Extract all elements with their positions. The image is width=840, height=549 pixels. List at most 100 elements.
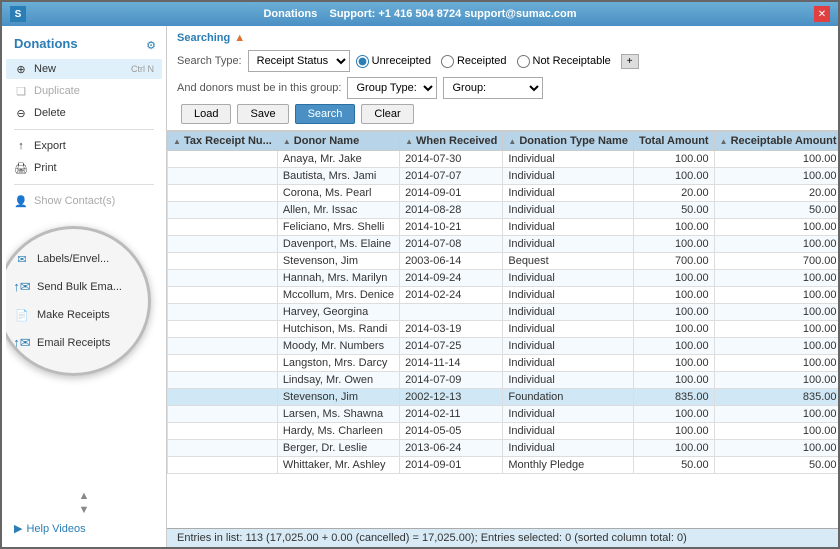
save-button[interactable]: Save	[237, 104, 288, 124]
col-receiptable-amount[interactable]: ▲ Receiptable Amount	[714, 132, 838, 151]
table-row[interactable]: Stevenson, Jim 2002-12-13 Foundation 835…	[168, 389, 839, 406]
send-bulk-label: Send Bulk Ema...	[37, 281, 122, 293]
cell-when: 2014-07-07	[400, 168, 503, 185]
print-icon: 🖨	[14, 161, 28, 175]
sidebar-item-new[interactable]: ⊕ New Ctrl N	[6, 59, 162, 79]
scroll-down-btn[interactable]: ▼	[6, 504, 162, 516]
table-row[interactable]: Langston, Mrs. Darcy 2014-11-14 Individu…	[168, 355, 839, 372]
table-row[interactable]: Whittaker, Mr. Ashley 2014-09-01 Monthly…	[168, 457, 839, 474]
col-type-sort-icon: ▲	[508, 137, 516, 146]
cell-type: Individual	[503, 236, 634, 253]
new-icon: ⊕	[14, 62, 28, 76]
table-row[interactable]: Stevenson, Jim 2003-06-14 Bequest 700.00…	[168, 253, 839, 270]
make-receipts-label: Make Receipts	[37, 309, 110, 321]
search-button[interactable]: Search	[295, 104, 356, 124]
search-panel: Searching ▲ Search Type: Receipt Status …	[167, 26, 838, 131]
cell-type: Individual	[503, 338, 634, 355]
sidebar-title: Donations	[6, 34, 86, 57]
table-row[interactable]: Lindsay, Mr. Owen 2014-07-09 Individual …	[168, 372, 839, 389]
search-type-select[interactable]: Receipt Status	[248, 50, 350, 72]
table-row[interactable]: Davenport, Ms. Elaine 2014-07-08 Individ…	[168, 236, 839, 253]
sidebar-item-export[interactable]: ↑ Export	[6, 136, 162, 156]
table-row[interactable]: Mccollum, Mrs. Denice 2014-02-24 Individ…	[168, 287, 839, 304]
col-donation-type[interactable]: ▲ Donation Type Name	[503, 132, 634, 151]
donations-table-container[interactable]: ▲ Tax Receipt Nu... ▲ Donor Name ▲ When …	[167, 131, 838, 528]
cell-when: 2014-11-14	[400, 355, 503, 372]
sidebar-item-delete[interactable]: ⊖ Delete	[6, 103, 162, 123]
table-row[interactable]: Berger, Dr. Leslie 2013-06-24 Individual…	[168, 440, 839, 457]
cell-type: Individual	[503, 270, 634, 287]
cell-donor: Lindsay, Mr. Owen	[277, 372, 399, 389]
cell-receiptable: 100.00	[714, 440, 838, 457]
cell-type: Monthly Pledge	[503, 457, 634, 474]
cell-receiptable: 700.00	[714, 253, 838, 270]
sidebar-settings-icon[interactable]: ⚙	[146, 39, 162, 52]
cell-receiptable: 100.00	[714, 270, 838, 287]
make-receipts-item[interactable]: 📄 Make Receipts	[13, 303, 134, 327]
unreceipted-input[interactable]	[356, 55, 369, 68]
group-select[interactable]: Group:	[443, 77, 543, 99]
sidebar-item-duplicate[interactable]: ❑ Duplicate	[6, 81, 162, 101]
sidebar-item-print[interactable]: 🖨 Print	[6, 158, 162, 178]
send-bulk-email-item[interactable]: ↑✉ Send Bulk Ema...	[13, 275, 134, 299]
cell-total: 100.00	[633, 372, 714, 389]
close-button[interactable]: ✕	[814, 6, 830, 22]
table-row[interactable]: Larsen, Ms. Shawna 2014-02-11 Individual…	[168, 406, 839, 423]
help-videos-label: Help Videos	[26, 523, 85, 535]
titlebar-title: Donations Support: +1 416 504 8724 suppo…	[26, 8, 814, 20]
table-row[interactable]: Corona, Ms. Pearl 2014-09-01 Individual …	[168, 185, 839, 202]
cell-donor: Anaya, Mr. Jake	[277, 151, 399, 168]
cell-total: 100.00	[633, 168, 714, 185]
receipted-input[interactable]	[441, 55, 454, 68]
help-videos-item[interactable]: ▶ Help Videos	[6, 518, 162, 539]
col-total-amount[interactable]: Total Amount	[633, 132, 714, 151]
cell-donor: Moody, Mr. Numbers	[277, 338, 399, 355]
table-row[interactable]: Harvey, Georgina Individual 100.00 100.0…	[168, 304, 839, 321]
not-receiptable-label: Not Receiptable	[533, 55, 611, 67]
table-row[interactable]: Bautista, Mrs. Jami 2014-07-07 Individua…	[168, 168, 839, 185]
table-row[interactable]: Moody, Mr. Numbers 2014-07-25 Individual…	[168, 338, 839, 355]
cell-type: Individual	[503, 185, 634, 202]
magnifier-overlay: ✉ Labels/Envel... ↑✉ Send Bulk Ema... 📄 …	[6, 226, 151, 376]
cell-total: 100.00	[633, 440, 714, 457]
sidebar-divider-2	[14, 184, 154, 185]
table-row[interactable]: Hutchison, Ms. Randi 2014-03-19 Individu…	[168, 321, 839, 338]
email-receipts-item[interactable]: ↑✉ Email Receipts	[13, 331, 134, 355]
help-videos-icon: ▶	[14, 522, 22, 535]
col-when-sort-icon: ▲	[405, 137, 413, 146]
cell-tax	[168, 236, 278, 253]
cell-receiptable: 100.00	[714, 321, 838, 338]
col-tax-receipt[interactable]: ▲ Tax Receipt Nu...	[168, 132, 278, 151]
cell-total: 100.00	[633, 219, 714, 236]
receipt-plus-button[interactable]: +	[621, 54, 639, 69]
unreceipted-radio[interactable]: Unreceipted	[356, 55, 431, 68]
table-body: Anaya, Mr. Jake 2014-07-30 Individual 10…	[168, 151, 839, 474]
status-text: Entries in list: 113 (17,025.00 + 0.00 (…	[177, 532, 687, 544]
cell-tax	[168, 253, 278, 270]
sidebar-item-show-contacts-label: Show Contact(s)	[34, 195, 154, 207]
send-bulk-icon: ↑✉	[13, 278, 31, 296]
col-when-received[interactable]: ▲ When Received	[400, 132, 503, 151]
scroll-up-btn[interactable]: ▲	[6, 490, 162, 502]
sidebar-item-show-contacts[interactable]: 👤 Show Contact(s)	[6, 191, 162, 211]
table-row[interactable]: Hannah, Mrs. Marilyn 2014-09-24 Individu…	[168, 270, 839, 287]
table-row[interactable]: Hardy, Ms. Charleen 2014-05-05 Individua…	[168, 423, 839, 440]
cell-tax	[168, 440, 278, 457]
clear-button[interactable]: Clear	[361, 104, 413, 124]
cell-type: Individual	[503, 372, 634, 389]
table-row[interactable]: Anaya, Mr. Jake 2014-07-30 Individual 10…	[168, 151, 839, 168]
col-donor-name[interactable]: ▲ Donor Name	[277, 132, 399, 151]
receipted-radio[interactable]: Receipted	[441, 55, 507, 68]
cell-type: Individual	[503, 202, 634, 219]
labels-envelopes-item[interactable]: ✉ Labels/Envel...	[13, 247, 134, 271]
table-row[interactable]: Feliciano, Mrs. Shelli 2014-10-21 Indivi…	[168, 219, 839, 236]
table-row[interactable]: Allen, Mr. Issac 2014-08-28 Individual 5…	[168, 202, 839, 219]
cell-donor: Bautista, Mrs. Jami	[277, 168, 399, 185]
cell-tax	[168, 185, 278, 202]
load-button[interactable]: Load	[181, 104, 231, 124]
group-type-select[interactable]: Group Type:	[347, 77, 437, 99]
not-receiptable-radio[interactable]: Not Receiptable	[517, 55, 611, 68]
not-receiptable-input[interactable]	[517, 55, 530, 68]
make-receipts-icon: 📄	[13, 306, 31, 324]
cell-tax	[168, 321, 278, 338]
